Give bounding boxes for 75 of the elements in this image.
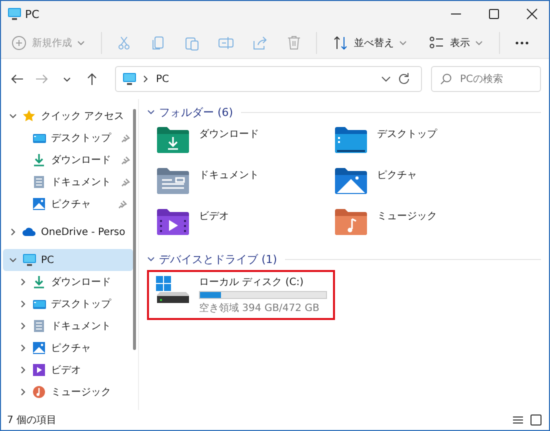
item-count: 7 個の項目 — [7, 414, 57, 427]
folder-name[interactable]: ピクチャ — [377, 168, 417, 182]
chevron-right-icon[interactable] — [19, 278, 27, 286]
monitor-icon — [122, 72, 136, 86]
chevron-right-icon[interactable] — [9, 228, 17, 236]
document-folder-icon[interactable] — [157, 168, 189, 194]
section-heading: フォルダー (6) — [159, 104, 234, 120]
video-folder-icon[interactable] — [157, 209, 189, 235]
picture-icon — [32, 197, 46, 211]
sidebar-item[interactable]: ダウンロード — [3, 149, 133, 171]
sidebar-item[interactable]: ダウンロード — [3, 271, 133, 293]
picture-icon — [32, 341, 46, 355]
folder-name[interactable]: ドキュメント — [199, 168, 259, 182]
chevron-down-icon[interactable] — [381, 74, 391, 84]
desktop-folder-icon[interactable] — [335, 127, 367, 153]
chevron-right-icon[interactable] — [19, 344, 27, 352]
video-icon — [32, 363, 46, 377]
view-button[interactable]: 表示 — [427, 30, 485, 54]
chevron-right-icon[interactable] — [19, 388, 27, 396]
sidebar-item[interactable]: ミュージック — [3, 381, 133, 403]
folder-name[interactable]: ビデオ — [199, 209, 229, 223]
sidebar-item[interactable]: ピクチャ — [3, 337, 133, 359]
music-folder-icon[interactable] — [335, 209, 367, 235]
folder-name[interactable]: ダウンロード — [199, 127, 259, 141]
download-folder-icon[interactable] — [157, 127, 189, 153]
tiles-view-icon[interactable] — [529, 413, 543, 427]
desktop-icon — [32, 131, 46, 145]
sidebar-item[interactable]: ビデオ — [3, 359, 133, 381]
sidebar-item[interactable]: ピクチャ — [3, 193, 133, 215]
section-heading: デバイスとドライブ (1) — [159, 252, 278, 266]
music-icon — [32, 385, 46, 399]
download-icon — [32, 275, 46, 289]
search-field[interactable]: PCの検索 — [431, 66, 541, 92]
address-path: PC — [156, 74, 170, 84]
caret-icon — [77, 38, 85, 46]
chevron-down-icon[interactable] — [147, 108, 155, 116]
drive-icon[interactable] — [155, 275, 189, 305]
sidebar-item[interactable]: PC — [3, 249, 133, 271]
star-icon — [22, 109, 36, 123]
caret-icon — [399, 38, 407, 46]
sidebar-item[interactable]: OneDrive - Perso — [3, 221, 133, 243]
free-space-text: 空き領域 394 GB/472 GB — [199, 302, 320, 315]
chevron-right-icon — [142, 74, 150, 84]
sidebar-item[interactable]: ドキュメント — [3, 315, 133, 337]
sidebar-item[interactable]: ドキュメント — [3, 171, 133, 193]
caret-icon — [475, 38, 483, 46]
folder-name[interactable]: ミュージック — [377, 209, 437, 223]
monitor-icon — [22, 253, 36, 267]
chevron-down-icon[interactable] — [9, 112, 17, 120]
download-icon — [32, 153, 46, 167]
chevron-right-icon[interactable] — [19, 300, 27, 308]
sort-arrows-icon — [334, 36, 347, 50]
scrollbar[interactable] — [133, 109, 136, 350]
picture-folder-icon[interactable] — [335, 168, 367, 194]
chevron-down-icon[interactable] — [9, 256, 17, 264]
monitor-icon — [7, 7, 21, 21]
address-bar[interactable]: PC — [115, 66, 422, 92]
folder-name[interactable]: デスクトップ — [377, 127, 437, 141]
sidebar-item[interactable]: デスクトップ — [3, 127, 133, 149]
sidebar-item[interactable]: クイック アクセス — [3, 105, 133, 127]
window-title: PC — [25, 8, 40, 20]
cloud-icon — [22, 225, 36, 239]
refresh-icon[interactable] — [397, 72, 411, 86]
search-icon — [440, 73, 452, 85]
desktop-icon — [32, 297, 46, 311]
plus-icon — [12, 36, 26, 50]
list-icon — [430, 36, 444, 48]
chevron-down-icon[interactable] — [147, 255, 155, 263]
sort-button[interactable]: 並べ替え — [331, 30, 409, 54]
drive-name[interactable]: ローカル ディスク (C:) — [199, 275, 327, 289]
document-icon — [32, 319, 46, 333]
document-icon — [32, 175, 46, 189]
sidebar-item[interactable]: デスクトップ — [3, 293, 133, 315]
chevron-right-icon[interactable] — [19, 366, 27, 374]
chevron-right-icon[interactable] — [19, 322, 27, 330]
